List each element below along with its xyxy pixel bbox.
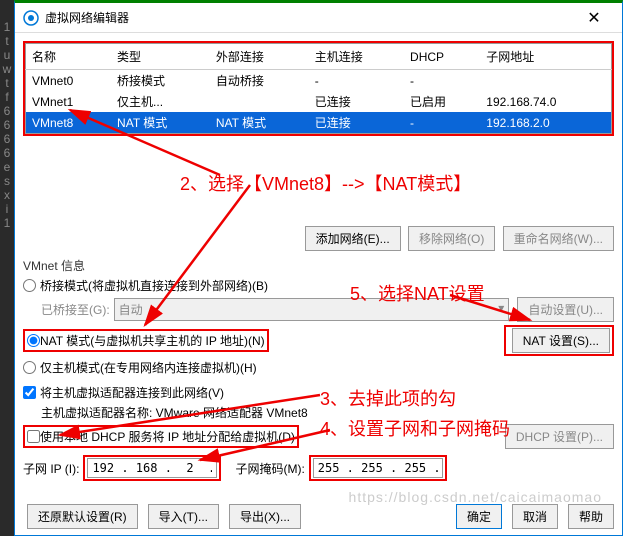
add-network-button[interactable]: 添加网络(E)... [305,226,401,251]
bridged-to-select[interactable]: 自动 [114,298,510,321]
radio-hostonly[interactable] [23,361,36,374]
rename-network-button[interactable]: 重命名网络(W)... [503,226,614,251]
watermark: https://blog.csdn.net/caicaimaomao [349,489,602,505]
subnet-ip-input[interactable] [87,458,217,478]
radio-bridge-label: 桥接模式(将虚拟机直接连接到外部网络)(B) [40,277,268,294]
table-header[interactable]: 子网地址 [480,44,611,70]
table-row[interactable]: VMnet0桥接模式自动桥接-- [26,70,612,92]
check-connect-host[interactable] [23,386,36,399]
cancel-button[interactable]: 取消 [512,504,558,529]
check-dhcp[interactable] [27,430,40,443]
radio-nat-label: NAT 模式(与虚拟机共享主机的 IP 地址)(N) [40,332,265,349]
titlebar: 虚拟网络编辑器 ✕ [15,3,622,33]
subnet-mask-label: 子网掩码(M): [235,460,304,477]
subnet-ip-label: 子网 IP (I): [23,460,79,477]
auto-settings-button[interactable]: 自动设置(U)... [517,297,614,322]
export-button[interactable]: 导出(X)... [229,504,301,529]
virtual-network-editor-dialog: 虚拟网络编辑器 ✕ 名称类型外部连接主机连接DHCP子网地址 VMnet0桥接模… [14,0,623,536]
dialog-title: 虚拟网络编辑器 [45,9,574,26]
editor-gutter: 1tuwtf6666esxi1 [0,0,14,536]
table-header[interactable]: DHCP [404,44,480,70]
table-row[interactable]: VMnet1仅主机...已连接已启用192.168.74.0 [26,91,612,112]
restore-defaults-button[interactable]: 还原默认设置(R) [27,504,138,529]
dhcp-settings-button[interactable]: DHCP 设置(P)... [505,424,614,449]
remove-network-button[interactable]: 移除网络(O) [408,226,495,251]
table-header[interactable]: 外部连接 [210,44,309,70]
network-table[interactable]: 名称类型外部连接主机连接DHCP子网地址 VMnet0桥接模式自动桥接--VMn… [25,43,612,134]
ok-button[interactable]: 确定 [456,504,502,529]
bridged-to-label: 已桥接至(G): [41,301,110,318]
vmnet-info-label: VMnet 信息 [23,257,614,274]
check-connect-host-label: 将主机虚拟适配器连接到此网络(V) [40,384,224,401]
check-dhcp-label: 使用本地 DHCP 服务将 IP 地址分配给虚拟机(D) [40,428,295,445]
table-row[interactable]: VMnet8NAT 模式NAT 模式已连接-192.168.2.0 [26,112,612,134]
adapter-name-label: 主机虚拟适配器名称: VMware 网络适配器 VMnet8 [41,404,308,421]
table-header[interactable]: 名称 [26,44,112,70]
table-header[interactable]: 主机连接 [309,44,404,70]
radio-hostonly-label: 仅主机模式(在专用网络内连接虚拟机)(H) [40,359,257,376]
import-button[interactable]: 导入(T)... [148,504,219,529]
close-icon[interactable]: ✕ [574,8,614,28]
table-header[interactable]: 类型 [111,44,210,70]
help-button[interactable]: 帮助 [568,504,614,529]
radio-bridge[interactable] [23,279,36,292]
nat-settings-button[interactable]: NAT 设置(S)... [512,328,610,353]
subnet-mask-input[interactable] [313,458,443,478]
radio-nat[interactable] [27,334,40,347]
app-icon [23,10,39,26]
